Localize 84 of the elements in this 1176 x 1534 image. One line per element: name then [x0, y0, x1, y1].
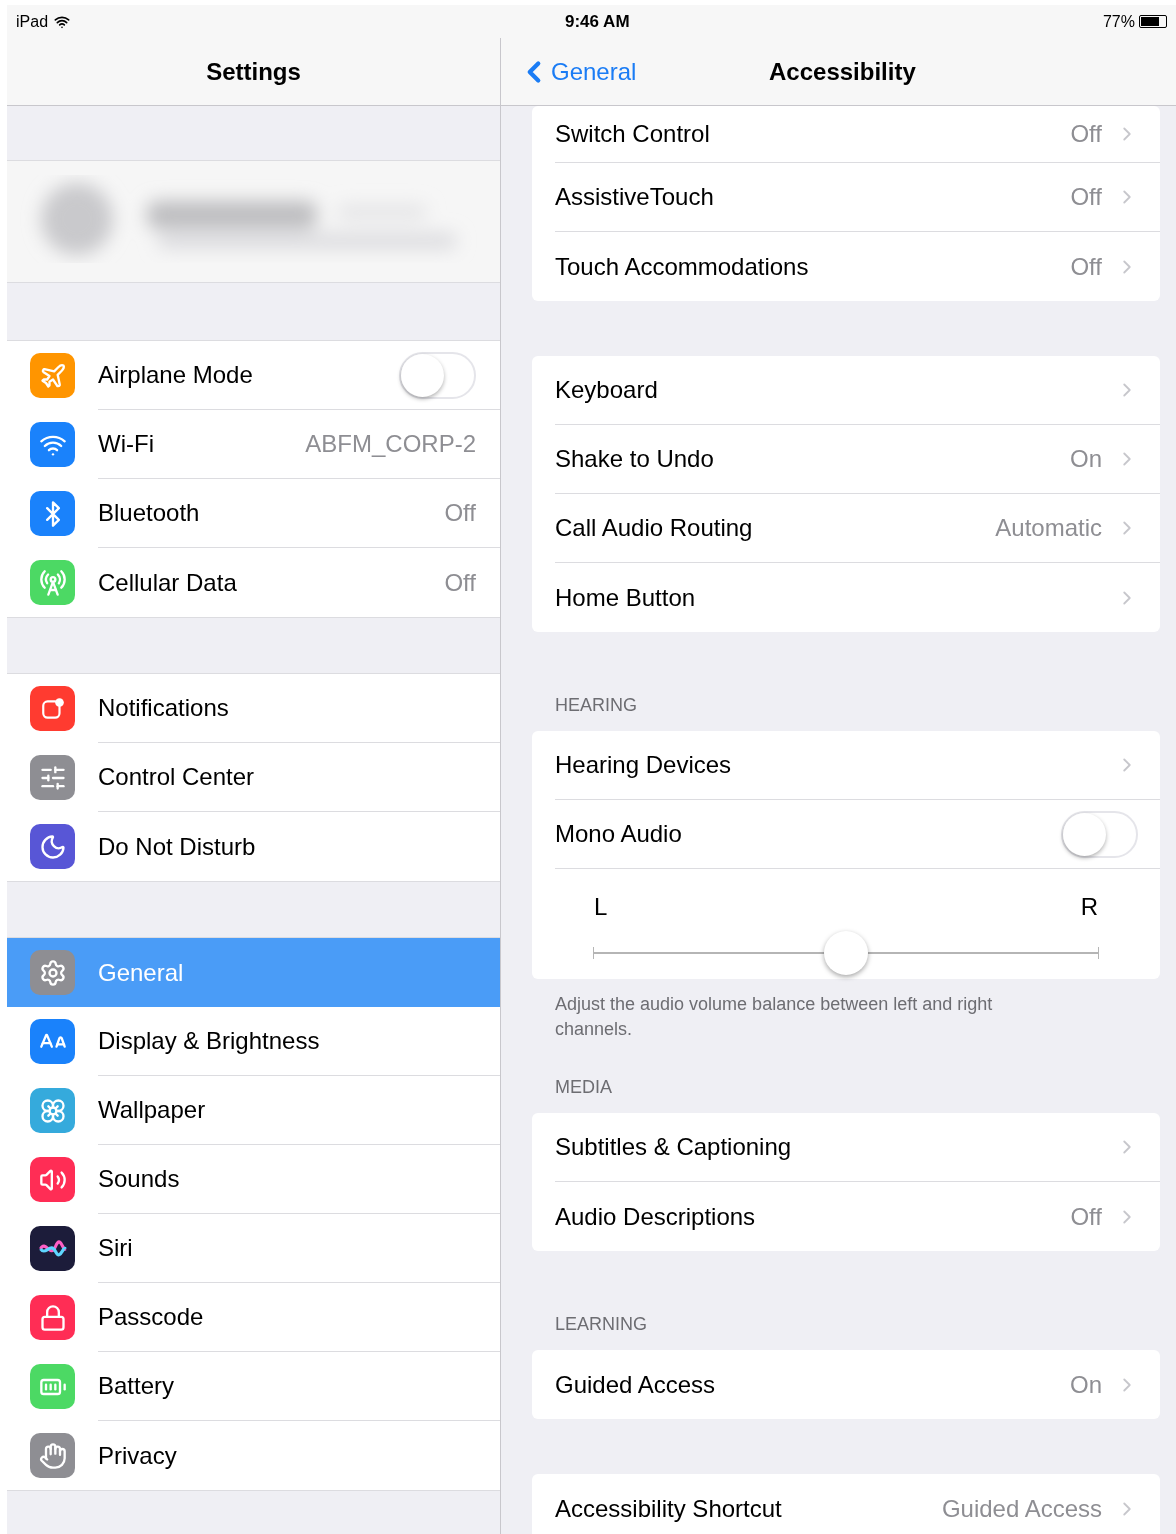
settings-row[interactable]: Subtitles & Captioning — [532, 1113, 1160, 1182]
item-label: Airplane Mode — [98, 360, 253, 390]
settings-row[interactable]: Switch Control Off — [532, 106, 1160, 163]
settings-row[interactable]: Accessibility Shortcut Guided Access — [532, 1474, 1160, 1534]
settings-row[interactable]: Touch Accommodations Off — [532, 232, 1160, 301]
text-size-icon — [30, 1019, 75, 1064]
item-label: General — [98, 957, 184, 988]
row-value: On — [1070, 444, 1102, 474]
wave-icon — [30, 1226, 75, 1271]
item-label: Display & Brightness — [98, 1026, 320, 1056]
flower-icon — [30, 1088, 75, 1133]
row-value: On — [1070, 1369, 1102, 1400]
section-header: MEDIA — [555, 1076, 612, 1099]
antenna-icon — [30, 560, 75, 605]
row-value: Off — [1070, 182, 1102, 212]
speaker-icon — [30, 1157, 75, 1202]
notifications-icon — [30, 686, 75, 731]
sidebar-title: Settings — [206, 56, 301, 87]
section-header: HEARING — [555, 694, 637, 717]
section-header: LEARNING — [555, 1313, 648, 1336]
bluetooth-icon — [30, 491, 75, 536]
item-label: Wallpaper — [98, 1095, 206, 1125]
row-value: Guided Access — [941, 1493, 1102, 1524]
section-footer: Adjust the audio volume balance between left and right channels. — [555, 992, 1050, 1042]
sliders-icon — [30, 755, 75, 800]
settings-icon — [30, 950, 75, 995]
row-label: Home Button — [555, 582, 696, 613]
battery-icon — [1139, 15, 1167, 28]
row-label: Keyboard — [555, 375, 658, 405]
wifi-icon — [30, 422, 75, 467]
settings-row[interactable]: Guided Access On — [532, 1350, 1160, 1419]
item-label: Battery — [98, 1371, 175, 1401]
row-label: Accessibility Shortcut — [555, 1493, 782, 1524]
item-label: Passcode — [98, 1302, 204, 1332]
row-value: Off — [1070, 1201, 1102, 1232]
settings-row[interactable]: Keyboard — [532, 356, 1160, 425]
balance-slider[interactable] — [593, 931, 1099, 975]
device-name: iPad — [16, 11, 49, 32]
row-value: Off — [1070, 251, 1102, 282]
item-value: Off — [444, 567, 476, 598]
battery-percent: 77% — [1102, 11, 1135, 32]
item-label: Control Center — [98, 762, 255, 792]
settings-row[interactable]: Home Button — [532, 563, 1160, 632]
clock: 9:46 AM — [565, 10, 630, 33]
slider-thumb[interactable] — [824, 931, 868, 975]
row-label: Shake to Undo — [555, 444, 714, 474]
settings-row[interactable]: AssistiveTouch Off — [532, 163, 1160, 232]
item-label: Wi-Fi — [98, 429, 154, 459]
settings-row[interactable]: Shake to Undo On — [532, 425, 1160, 494]
settings-row[interactable]: Audio Descriptions Off — [532, 1182, 1160, 1251]
row-label: Audio Descriptions — [555, 1201, 756, 1232]
row-label: Mono Audio — [555, 819, 682, 849]
row-label: Subtitles & Captioning — [555, 1132, 792, 1162]
settings-row[interactable]: Hearing Devices — [532, 731, 1160, 800]
left-label: L — [594, 892, 608, 922]
item-label: Cellular Data — [98, 567, 237, 598]
settings-row[interactable]: Call Audio Routing Automatic — [532, 494, 1160, 563]
hand-icon — [30, 1433, 75, 1478]
row-value: Automatic — [995, 513, 1102, 543]
item-label: Sounds — [98, 1164, 180, 1194]
item-label: Privacy — [98, 1440, 177, 1471]
toggle-switch[interactable] — [1061, 810, 1138, 858]
item-value: ABFM_CORP-2 — [305, 429, 476, 459]
row-label: Switch Control — [555, 119, 710, 149]
row-label: Call Audio Routing — [555, 513, 753, 543]
toggle-switch[interactable] — [399, 351, 476, 399]
item-label: Siri — [98, 1233, 133, 1263]
settings-row[interactable]: Mono Audio — [532, 800, 1160, 869]
item-label: Bluetooth — [98, 498, 200, 528]
page-title: Accessibility — [769, 56, 916, 87]
battery-icon — [30, 1364, 75, 1409]
row-label: AssistiveTouch — [555, 182, 714, 212]
item-label: Notifications — [98, 693, 229, 723]
item-value: Off — [444, 498, 476, 528]
row-value: Off — [1070, 119, 1102, 149]
airplane-icon — [30, 353, 75, 398]
moon-icon — [30, 824, 75, 869]
row-label: Hearing Devices — [555, 750, 732, 780]
right-label: R — [1080, 892, 1098, 922]
lock-icon — [30, 1295, 75, 1340]
row-label: Guided Access — [555, 1369, 716, 1400]
item-label: Do Not Disturb — [98, 831, 256, 862]
back-button[interactable]: General — [517, 53, 637, 90]
row-label: Touch Accommodations — [555, 251, 809, 282]
